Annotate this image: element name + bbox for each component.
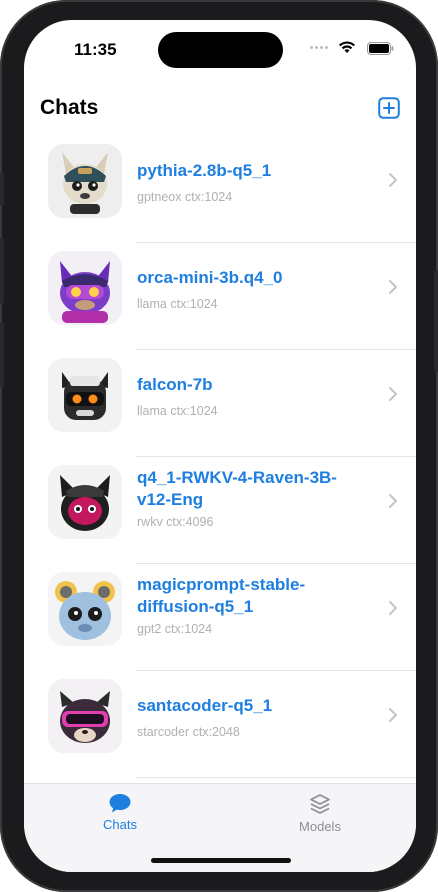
chat-name: q4_1-RWKV-4-Raven-3B-v12-Eng — [137, 468, 337, 509]
chat-subtitle: llama ctx:1024 — [137, 404, 218, 418]
chevron-right-icon — [389, 708, 397, 722]
status-time: 11:35 — [74, 40, 117, 59]
volume-up-button — [0, 238, 4, 304]
tab-chats[interactable]: Chats — [60, 792, 180, 832]
dynamic-island — [158, 32, 283, 68]
stack-layers-icon — [310, 794, 330, 814]
chat-row-pythia[interactable]: pythia-2.8b-q5_1 gptneox ctx:1024 — [24, 136, 416, 243]
action-button — [0, 172, 4, 206]
home-indicator — [151, 858, 291, 863]
chat-subtitle: gpt2 ctx:1024 — [137, 622, 213, 636]
chat-row-magicprompt[interactable]: magicprompt-stable-diffusion-q5_1 gpt2 c… — [24, 564, 416, 671]
tab-models[interactable]: Models — [260, 792, 380, 834]
chat-row-orca[interactable]: orca-mini-3b.q4_0 llama ctx:1024 — [24, 243, 416, 350]
page-title: Chats — [40, 96, 99, 119]
status-bar: 11:35 — [24, 20, 416, 74]
volume-down-button — [0, 322, 4, 388]
tab-models-label: Models — [299, 819, 341, 834]
battery-icon — [367, 42, 394, 55]
chat-avatar-orca — [48, 251, 122, 325]
phone-frame: 11:35 Chats pythia-2.8b-q5_1 gptneox ctx… — [0, 0, 438, 892]
chevron-right-icon — [389, 173, 397, 187]
add-chat-icon[interactable] — [378, 97, 400, 119]
chat-name: falcon-7b — [137, 375, 213, 394]
chat-subtitle: rwkv ctx:4096 — [137, 515, 214, 529]
chat-avatar-rwkv — [48, 465, 122, 539]
chat-row-rwkv[interactable]: q4_1-RWKV-4-Raven-3B-v12-Eng rwkv ctx:40… — [24, 457, 416, 564]
chat-subtitle: gptneox ctx:1024 — [137, 190, 233, 204]
chat-bubble-icon — [109, 794, 131, 813]
chat-name: santacoder-q5_1 — [137, 696, 273, 715]
chat-list: pythia-2.8b-q5_1 gptneox ctx:1024 orca-m… — [24, 136, 416, 778]
chat-avatar-magicprompt — [48, 572, 122, 646]
chat-name: magicprompt-stable-diffusion-q5_1 — [137, 575, 306, 616]
screen: 11:35 Chats pythia-2.8b-q5_1 gptneox ctx… — [24, 20, 416, 872]
chat-name: pythia-2.8b-q5_1 — [137, 161, 272, 180]
chat-row-santacoder[interactable]: santacoder-q5_1 starcoder ctx:2048 — [24, 671, 416, 778]
chevron-right-icon — [389, 280, 397, 294]
chat-avatar-santacoder — [48, 679, 122, 753]
chat-avatar-falcon — [48, 358, 122, 432]
side-button — [434, 270, 438, 372]
chat-avatar-pythia — [48, 144, 122, 218]
chevron-right-icon — [389, 601, 397, 615]
chat-subtitle: llama ctx:1024 — [137, 297, 218, 311]
chevron-right-icon — [389, 387, 397, 401]
nav-header: Chats — [24, 90, 416, 130]
tab-chats-label: Chats — [103, 817, 137, 832]
chevron-right-icon — [389, 494, 397, 508]
chat-name: orca-mini-3b.q4_0 — [137, 268, 283, 287]
wifi-icon — [339, 41, 355, 53]
chat-subtitle: starcoder ctx:2048 — [137, 725, 240, 739]
cellular-signal-icon — [310, 46, 328, 49]
chat-row-falcon[interactable]: falcon-7b llama ctx:1024 — [24, 350, 416, 457]
